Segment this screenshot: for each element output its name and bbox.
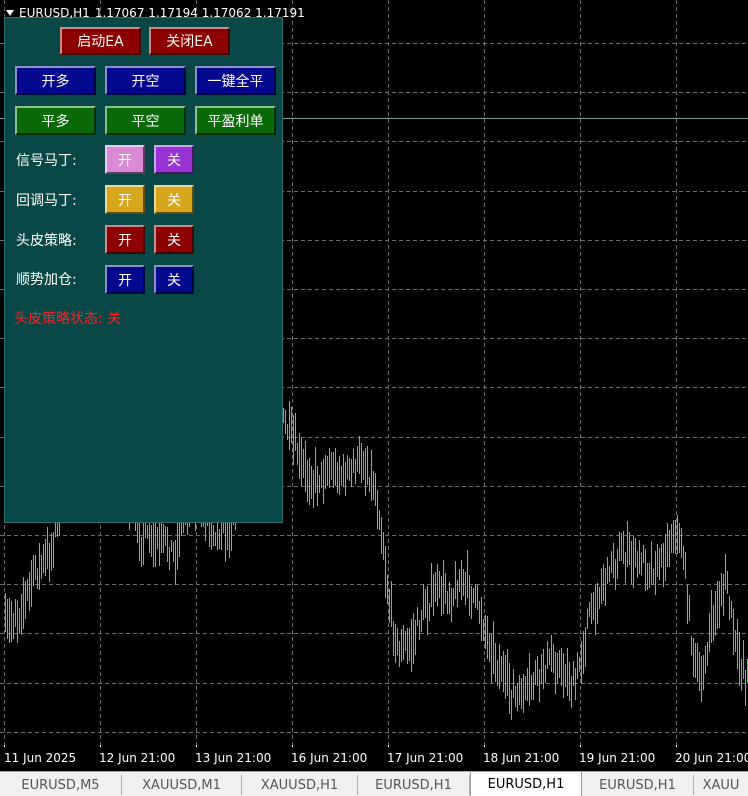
- open-long-button[interactable]: 开多: [15, 66, 96, 95]
- x-axis-tick: 18 Jun 21:00: [483, 751, 560, 765]
- trend-add-on-button[interactable]: 开: [105, 265, 145, 294]
- x-axis-tick: 11 Jun 2025: [4, 751, 77, 765]
- chart-tab-active[interactable]: EURUSD,H1: [470, 772, 582, 796]
- close-profit-button[interactable]: 平盈利单: [195, 106, 276, 135]
- chart-title-bar: EURUSD,H1 1.17067 1.17194 1.17062 1.1719…: [6, 5, 305, 21]
- x-axis-tick: 20 Jun 21:00: [675, 751, 748, 765]
- chart-tab[interactable]: XAUU: [694, 775, 748, 795]
- trend-add-off-button[interactable]: 关: [154, 265, 194, 294]
- start-ea-button[interactable]: 启动EA: [60, 27, 141, 55]
- open-short-button[interactable]: 开空: [105, 66, 186, 95]
- pullback-martingale-on-button[interactable]: 开: [105, 185, 145, 214]
- close-all-button[interactable]: 一键全平: [195, 66, 276, 95]
- chart-symbol-title: EURUSD,H1: [19, 6, 90, 20]
- pullback-martingale-off-button[interactable]: 关: [154, 185, 194, 214]
- trend-add-position-label: 顺势加仓:: [16, 272, 77, 288]
- signal-martingale-on-button[interactable]: 开: [105, 145, 145, 174]
- chart-tab[interactable]: XAUUSD,H1: [242, 775, 358, 795]
- chart-tab[interactable]: EURUSD,H1: [358, 775, 470, 795]
- x-axis-tick: 19 Jun 21:00: [579, 751, 656, 765]
- chart-tab[interactable]: EURUSD,M5: [0, 775, 122, 795]
- ea-control-panel: 启动EA 关闭EA 开多 开空 一键全平 平多 平空 平盈利单 信号马丁: 开 …: [4, 17, 283, 523]
- x-axis-tick: 13 Jun 21:00: [195, 751, 272, 765]
- scalp-strategy-label: 头皮策略:: [16, 233, 77, 249]
- close-long-button[interactable]: 平多: [15, 106, 96, 135]
- close-short-button[interactable]: 平空: [105, 106, 186, 135]
- signal-martingale-off-button[interactable]: 关: [154, 145, 194, 174]
- close-ea-button[interactable]: 关闭EA: [149, 27, 230, 55]
- price-chart[interactable]: EURUSD,H1 1.17067 1.17194 1.17062 1.1719…: [0, 0, 748, 765]
- chart-menu-triangle-icon[interactable]: [6, 10, 14, 16]
- signal-martingale-label: 信号马丁:: [16, 153, 77, 169]
- pullback-martingale-label: 回调马丁:: [16, 193, 77, 209]
- chart-tab[interactable]: XAUUSD,M1: [122, 775, 242, 795]
- x-axis-tick: 12 Jun 21:00: [99, 751, 176, 765]
- scalp-strategy-status: 头皮策略状态: 关: [14, 311, 122, 327]
- chart-tab[interactable]: EURUSD,H1: [582, 775, 694, 795]
- scalp-strategy-on-button[interactable]: 开: [105, 225, 145, 254]
- x-axis-tick: 17 Jun 21:00: [387, 751, 464, 765]
- chart-ohlc-readout: 1.17067 1.17194 1.17062 1.17191: [94, 6, 305, 20]
- x-axis-tick: 16 Jun 21:00: [291, 751, 368, 765]
- scalp-strategy-off-button[interactable]: 关: [154, 225, 194, 254]
- chart-tab-bar: EURUSD,M5 XAUUSD,M1 XAUUSD,H1 EURUSD,H1 …: [0, 771, 748, 796]
